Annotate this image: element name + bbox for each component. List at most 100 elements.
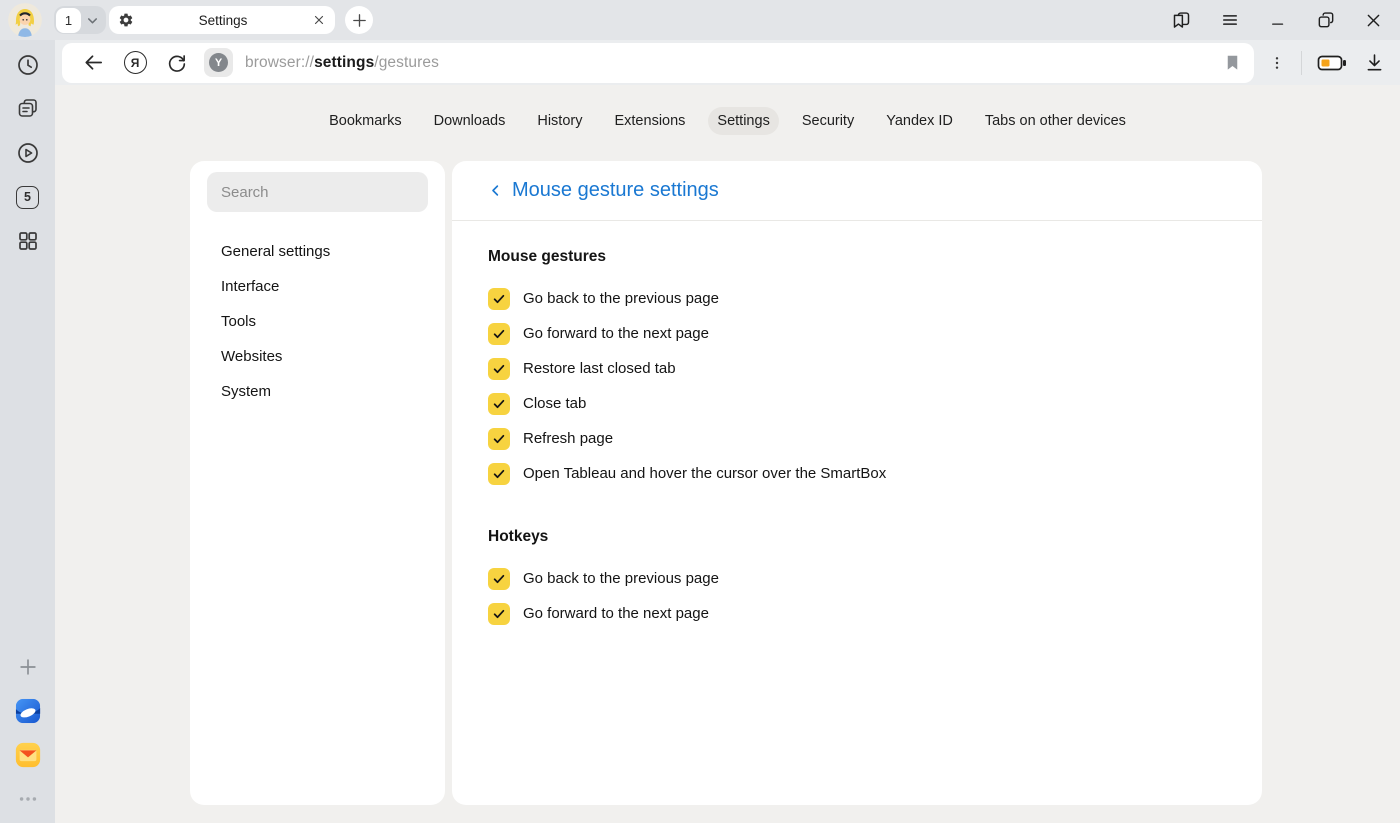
tab-title: Settings — [134, 13, 312, 28]
yandex-home-button[interactable]: Я — [114, 47, 156, 79]
checkbox-checked[interactable] — [488, 323, 510, 345]
address-bar[interactable]: Я Y browser://settings/gestures — [62, 43, 1254, 83]
sidebar-item-system[interactable]: System — [207, 374, 428, 409]
toolbar-extras — [1254, 51, 1400, 75]
rail-more-button[interactable] — [14, 785, 42, 813]
grid-icon — [16, 229, 40, 253]
gesture-option-label: Refresh page — [523, 430, 613, 447]
minimize-icon — [1269, 11, 1287, 29]
checkbox-checked[interactable] — [488, 358, 510, 380]
tab-group[interactable]: 1 — [54, 6, 106, 34]
profile-avatar[interactable] — [8, 3, 42, 37]
check-icon — [492, 327, 506, 341]
hotkey-option-row[interactable]: Go forward to the next page — [488, 596, 1226, 631]
nav-extensions[interactable]: Extensions — [605, 107, 694, 135]
browser-tab-settings[interactable]: Settings — [109, 6, 335, 34]
close-window-button[interactable] — [1363, 10, 1384, 31]
gesture-option-row[interactable]: Close tab — [488, 386, 1226, 421]
section-heading-hotkeys: Hotkeys — [488, 528, 1226, 546]
checkbox-checked[interactable] — [488, 463, 510, 485]
gesture-option-row[interactable]: Go back to the previous page — [488, 281, 1226, 316]
media-button[interactable] — [14, 139, 42, 167]
back-chevron-icon[interactable] — [488, 183, 503, 198]
chevron-down-icon[interactable] — [85, 13, 100, 28]
check-icon — [492, 607, 506, 621]
mail-app-button[interactable] — [14, 741, 42, 769]
back-button[interactable] — [72, 47, 114, 79]
nav-bookmarks[interactable]: Bookmarks — [320, 107, 411, 135]
page-title[interactable]: Mouse gesture settings — [512, 179, 719, 202]
sidebar-item-interface[interactable]: Interface — [207, 269, 428, 304]
check-icon — [492, 362, 506, 376]
nav-security[interactable]: Security — [793, 107, 863, 135]
history-button[interactable] — [14, 51, 42, 79]
close-icon — [1364, 11, 1383, 30]
apps-grid-button[interactable] — [14, 227, 42, 255]
downloads-icon[interactable] — [1364, 52, 1385, 73]
gesture-option-row[interactable]: Refresh page — [488, 421, 1226, 456]
gear-icon — [118, 12, 134, 28]
settings-sections-list: General settings Interface Tools Website… — [207, 234, 428, 409]
check-icon — [492, 572, 506, 586]
site-protect-badge[interactable]: Y — [204, 48, 233, 77]
yandex-browser-logo-icon — [14, 696, 42, 726]
window-controls — [1171, 10, 1400, 31]
checkbox-checked[interactable] — [488, 603, 510, 625]
settings-nav: Bookmarks Downloads History Extensions S… — [55, 107, 1400, 135]
titlebar: 1 Settings — [0, 0, 1400, 40]
tab-stack-button[interactable]: 5 — [14, 183, 42, 211]
battery-icon[interactable] — [1317, 53, 1348, 73]
gesture-option-row[interactable]: Restore last closed tab — [488, 351, 1226, 386]
checkbox-checked[interactable] — [488, 393, 510, 415]
sidebar-item-general-settings[interactable]: General settings — [207, 234, 428, 269]
sidebar-item-websites[interactable]: Websites — [207, 339, 428, 374]
nav-yandex-id[interactable]: Yandex ID — [877, 107, 962, 135]
gesture-settings-panel: Mouse gesture settings Mouse gestures Go… — [452, 161, 1262, 805]
bookmark-icon[interactable] — [1223, 53, 1242, 72]
add-shortcut-button[interactable] — [14, 653, 42, 681]
feed-button[interactable] — [14, 95, 42, 123]
gesture-option-row[interactable]: Open Tableau and hover the cursor over t… — [488, 456, 1226, 491]
side-panel-button[interactable] — [1171, 10, 1192, 31]
ellipsis-icon — [17, 788, 39, 810]
search-input[interactable] — [207, 184, 428, 201]
checkbox-checked[interactable] — [488, 568, 510, 590]
checkbox-checked[interactable] — [488, 428, 510, 450]
check-icon — [492, 292, 506, 306]
check-icon — [492, 467, 506, 481]
gesture-option-label: Go back to the previous page — [523, 290, 719, 307]
sidebar-item-tools[interactable]: Tools — [207, 304, 428, 339]
check-icon — [492, 397, 506, 411]
new-tab-button[interactable] — [345, 6, 373, 34]
left-sidebar-rail: 5 — [0, 40, 55, 823]
nav-downloads[interactable]: Downloads — [425, 107, 515, 135]
section-heading-mouse-gestures: Mouse gestures — [488, 248, 1226, 266]
nav-settings[interactable]: Settings — [708, 107, 778, 135]
gesture-option-label: Close tab — [523, 395, 586, 412]
refresh-button[interactable] — [156, 47, 198, 79]
protect-icon: Y — [209, 53, 228, 72]
browser-menu-button[interactable] — [1219, 10, 1240, 31]
settings-sidebar: General settings Interface Tools Website… — [190, 161, 445, 805]
url-path: /gestures — [374, 54, 439, 71]
check-icon — [492, 432, 506, 446]
maximize-icon — [1316, 10, 1336, 30]
gesture-option-label: Open Tableau and hover the cursor over t… — [523, 465, 886, 482]
gesture-option-label: Go forward to the next page — [523, 325, 709, 342]
url-scheme: browser:// — [245, 54, 314, 71]
minimize-button[interactable] — [1267, 10, 1288, 31]
url-text[interactable]: browser://settings/gestures — [245, 54, 439, 72]
kebab-menu-icon[interactable] — [1269, 53, 1285, 73]
settings-page: Bookmarks Downloads History Extensions S… — [55, 85, 1400, 823]
nav-history[interactable]: History — [528, 107, 591, 135]
maximize-button[interactable] — [1315, 10, 1336, 31]
hotkey-option-row[interactable]: Go back to the previous page — [488, 561, 1226, 596]
tab-counter[interactable]: 1 — [56, 8, 81, 33]
close-tab-icon[interactable] — [312, 13, 326, 27]
nav-tabs-other-devices[interactable]: Tabs on other devices — [976, 107, 1135, 135]
settings-search[interactable] — [207, 172, 428, 212]
checkbox-checked[interactable] — [488, 288, 510, 310]
panel-body: Mouse gestures Go back to the previous p… — [452, 221, 1262, 658]
browser-app-button[interactable] — [14, 697, 42, 725]
gesture-option-row[interactable]: Go forward to the next page — [488, 316, 1226, 351]
